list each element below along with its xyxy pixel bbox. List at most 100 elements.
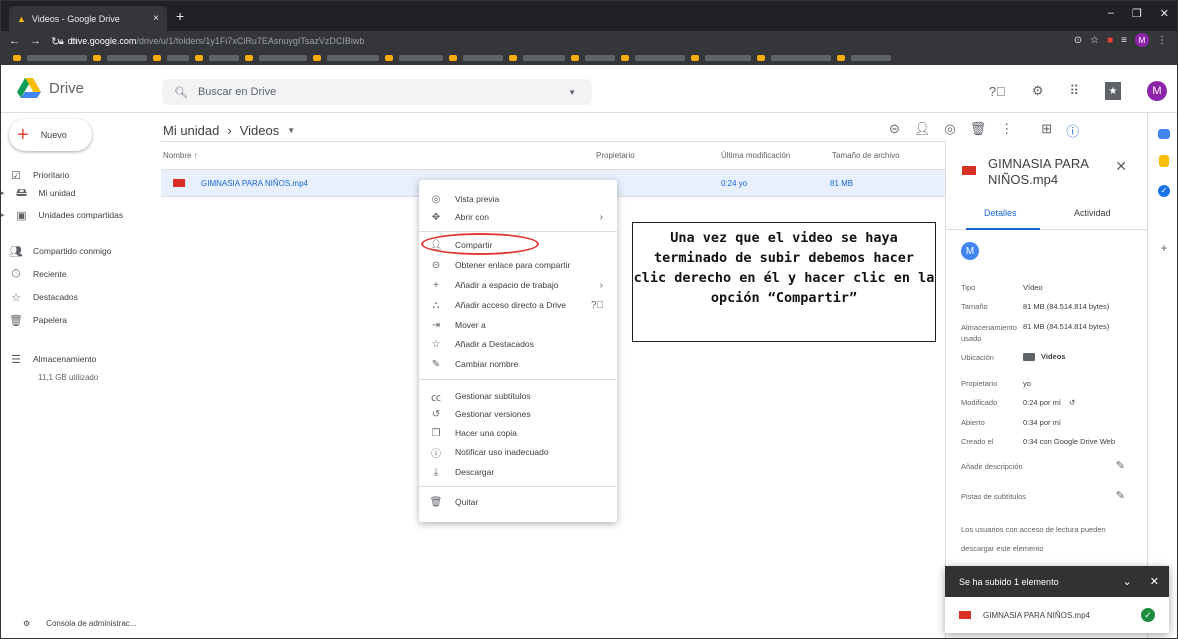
delete-icon[interactable]: 🗑︎ xyxy=(970,121,987,140)
reading-list-icon[interactable]: ≡ xyxy=(1121,35,1127,46)
menu-item-subtitles[interactable]: ㏄ Gestionar subtítulos xyxy=(419,387,617,405)
shortcut-icon: ⛬ xyxy=(432,299,440,311)
address-bar[interactable]: 🔒︎ drive.google.com/drive/u/1/folders/1y… xyxy=(59,33,1119,49)
bookmark-star-icon[interactable]: ☆ xyxy=(1090,35,1099,46)
check-circle-icon: ☑ xyxy=(11,169,21,182)
collapse-icon[interactable]: ⌄ xyxy=(1123,575,1132,588)
menu-item-preview[interactable]: ◎ Vista previa xyxy=(419,190,617,208)
extension-icon[interactable]: ■ xyxy=(1107,35,1113,46)
more-options-icon[interactable]: ⋮ xyxy=(1000,121,1013,140)
eye-icon: ◎ xyxy=(431,193,441,205)
video-file-icon xyxy=(959,611,971,619)
restore-icon[interactable]: ❐ xyxy=(1132,7,1142,20)
list-item[interactable]: GIMNASIA PARA NIÑOS.mp4 ✓ xyxy=(945,597,1169,633)
prop-value: 0:24 por mí ↺ xyxy=(1023,398,1075,407)
history-icon[interactable]: ↺ xyxy=(1069,398,1075,407)
sidebar-item-priority[interactable]: ☑ Prioritario xyxy=(9,167,69,183)
sidebar-item-shared-with-me[interactable]: 👥︎ Compartido conmigo xyxy=(9,243,111,259)
sidebar-item-label: Almacenamiento xyxy=(33,354,97,364)
share-person-icon[interactable]: 👤︎ xyxy=(914,121,931,140)
tab-details[interactable]: Detalles xyxy=(984,208,1017,218)
profile-avatar[interactable]: M xyxy=(1135,33,1149,47)
breadcrumb-current[interactable]: Videos xyxy=(240,123,280,138)
storage-used: 11,1 GB utilizado xyxy=(38,373,99,382)
admin-console-link[interactable]: ⚙ Consola de administrac... xyxy=(23,619,136,628)
menu-item-get-link[interactable]: ⊝ Obtener enlace para compartir xyxy=(419,256,617,274)
help-icon[interactable]: ?⃝ xyxy=(989,84,1006,99)
details-title: GIMNASIA PARA NIÑOS.mp4 xyxy=(988,156,1089,187)
menu-item-add-workspace[interactable]: + Añadir a espacio de trabajo › xyxy=(419,276,617,294)
sidebar-item-trash[interactable]: 🗑︎ Papelera xyxy=(9,312,67,328)
url-path: /drive/u/1/folders/1y1Fi7xCiRu7EAsnuygIT… xyxy=(136,36,365,46)
menu-item-copy[interactable]: ❐ Hacer una copia xyxy=(419,424,617,442)
apps-grid-icon[interactable]: ⠿ xyxy=(1069,83,1079,99)
menu-kebab-icon[interactable]: ⋮ xyxy=(1157,35,1167,46)
search-box[interactable]: 🔍︎ Buscar en Drive ▼ xyxy=(162,79,592,105)
menu-item-open-with[interactable]: ✥ Abrir con › xyxy=(419,208,617,226)
divider xyxy=(161,141,946,142)
close-window-icon[interactable]: ✕ xyxy=(1160,7,1169,20)
settings-gear-icon[interactable]: ⚙ xyxy=(1032,83,1044,99)
tab-close-icon[interactable]: × xyxy=(153,13,159,24)
search-options-icon[interactable]: ▼ xyxy=(568,88,576,97)
menu-item-label: Gestionar subtítulos xyxy=(455,391,531,401)
clock-icon: 🕓︎ xyxy=(11,267,21,280)
new-tab-button[interactable]: + xyxy=(176,8,184,24)
grid-view-icon[interactable]: ⊞ xyxy=(1041,121,1052,140)
file-modified: 0:24 yo xyxy=(721,178,748,188)
tab-activity[interactable]: Actividad xyxy=(1074,208,1111,218)
search-input[interactable]: Buscar en Drive xyxy=(198,86,276,98)
file-name: GIMNASIA PARA NIÑOS.mp4 xyxy=(201,178,308,188)
menu-item-report[interactable]: ⓘ Notificar uso inadecuado xyxy=(419,443,617,461)
back-icon[interactable]: ← xyxy=(9,35,20,47)
breadcrumb-root[interactable]: Mi unidad xyxy=(163,123,219,138)
menu-item-add-shortcut[interactable]: ⛬ Añadir acceso directo a Drive ?⃝ xyxy=(419,296,617,314)
preview-eye-icon[interactable]: ◎ xyxy=(944,121,955,140)
forward-icon[interactable]: → xyxy=(30,35,41,47)
menu-item-download[interactable]: ⤓ Descargar xyxy=(419,463,617,481)
close-icon[interactable]: ✕ xyxy=(1150,575,1159,588)
menu-item-star[interactable]: ☆ Añadir a Destacados xyxy=(419,335,617,353)
location-value[interactable]: Videos xyxy=(1041,352,1065,361)
add-addon-icon[interactable]: + xyxy=(1157,241,1171,255)
browser-tab[interactable]: ▲ Videos - Google Drive × xyxy=(9,6,167,31)
prop-value: 0:34 por mí xyxy=(1023,418,1061,427)
chevron-down-icon[interactable]: ▼ xyxy=(287,126,295,135)
expand-arrow-icon[interactable]: ▸ xyxy=(1,189,5,197)
context-menu: ◎ Vista previa ✥ Abrir con › 👤︎ Comparti… xyxy=(419,180,617,522)
pencil-icon[interactable]: ✎ xyxy=(1116,459,1125,472)
menu-item-rename[interactable]: ✎ Cambiar nombre xyxy=(419,355,617,373)
new-button[interactable]: + Nuevo xyxy=(9,119,92,151)
menu-item-label: Vista previa xyxy=(455,194,500,204)
sidebar-item-storage[interactable]: ☰ Almacenamiento xyxy=(9,351,96,367)
tasks-icon[interactable]: ✓ xyxy=(1158,185,1170,197)
add-description-label[interactable]: Añadir descripción xyxy=(961,462,1023,471)
menu-item-remove[interactable]: 🗑︎ Quitar xyxy=(419,493,617,511)
column-header-name[interactable]: Nombre ↑ xyxy=(163,151,198,160)
bookmarks-bar xyxy=(1,51,1177,65)
sidebar-item-shared-drives[interactable]: ▸ ▣ Unidades compartidas xyxy=(1,207,123,223)
get-link-icon[interactable]: ⊝ xyxy=(889,121,900,140)
sidebar-item-recent[interactable]: 🕓︎ Reciente xyxy=(9,266,67,282)
drive-logo[interactable]: Drive xyxy=(17,78,84,98)
info-icon[interactable]: ⓘ xyxy=(1066,121,1079,140)
account-avatar[interactable]: M xyxy=(1147,81,1167,101)
instruction-callout: Una vez que el video se haya terminado d… xyxy=(632,222,936,342)
keep-icon[interactable] xyxy=(1159,155,1169,167)
close-icon[interactable]: ✕ xyxy=(1115,158,1127,175)
calendar-icon[interactable] xyxy=(1158,129,1170,139)
org-logo-icon[interactable]: ★ xyxy=(1105,82,1121,100)
my-drive-icon: 🖴︎ xyxy=(15,186,28,199)
search-icon[interactable]: 🔍︎ xyxy=(174,86,188,99)
minimize-icon[interactable]: – xyxy=(1108,7,1114,20)
sidebar-item-my-drive[interactable]: ▸ 🖴︎ Mi unidad xyxy=(1,185,75,201)
expand-arrow-icon[interactable]: ▸ xyxy=(1,211,5,219)
pencil-icon[interactable]: ✎ xyxy=(1116,489,1125,502)
menu-item-move-to[interactable]: ⇥ Mover a xyxy=(419,316,617,334)
menu-item-versions[interactable]: ↺ Gestionar versiones xyxy=(419,405,617,423)
share-location-icon[interactable]: ⊙ xyxy=(1074,35,1082,46)
chevron-right-icon: › xyxy=(599,279,603,291)
open-with-icon: ✥ xyxy=(431,211,441,223)
sidebar-item-starred[interactable]: ☆ Destacados xyxy=(9,289,78,305)
help-circle-icon[interactable]: ?⃝ xyxy=(591,300,604,311)
